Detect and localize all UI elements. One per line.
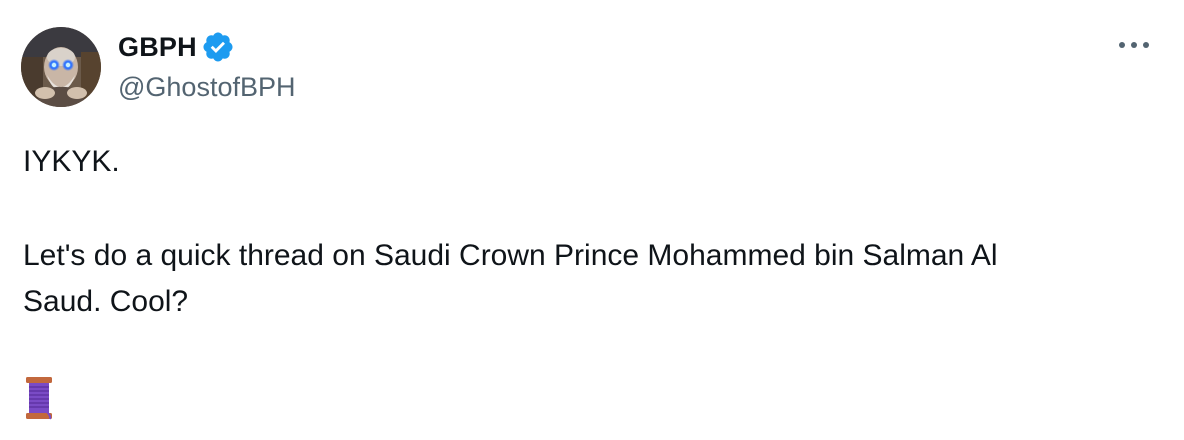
avatar[interactable]	[21, 27, 101, 107]
more-options-icon	[1119, 42, 1149, 48]
thread-spool-icon	[26, 377, 52, 420]
more-options-button[interactable]	[1116, 32, 1152, 58]
tweet-text-line-3: Saud. Cool?	[23, 285, 189, 318]
avatar-image	[21, 27, 101, 107]
verified-badge-icon[interactable]	[201, 30, 235, 64]
tweet-text-line-1: IYKYK.	[23, 145, 120, 178]
author-handle[interactable]: @GhostofBPH	[118, 72, 295, 103]
tweet-card: GBPH @GhostofBPH IYKYK. Let's do a quick…	[0, 0, 1184, 440]
author-name-row: GBPH	[118, 30, 235, 64]
display-name[interactable]: GBPH	[118, 32, 197, 63]
tweet-text-line-2: Let's do a quick thread on Saudi Crown P…	[23, 239, 998, 272]
